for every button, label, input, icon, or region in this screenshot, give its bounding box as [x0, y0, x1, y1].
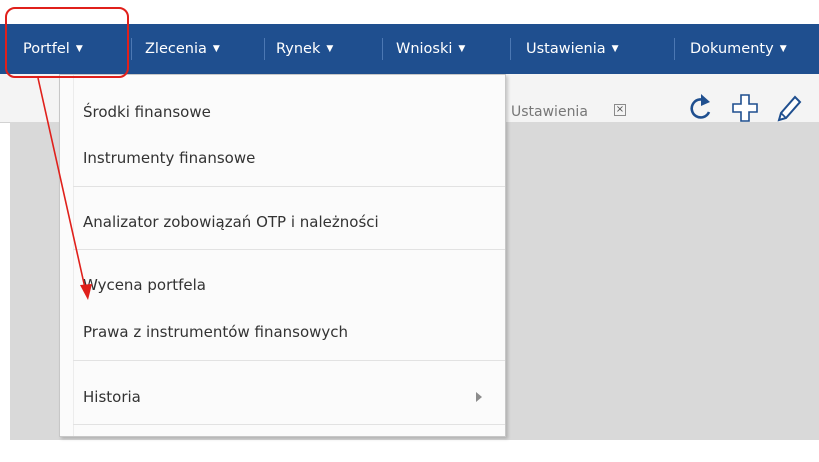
annotation-arrow-icon [37, 77, 92, 300]
